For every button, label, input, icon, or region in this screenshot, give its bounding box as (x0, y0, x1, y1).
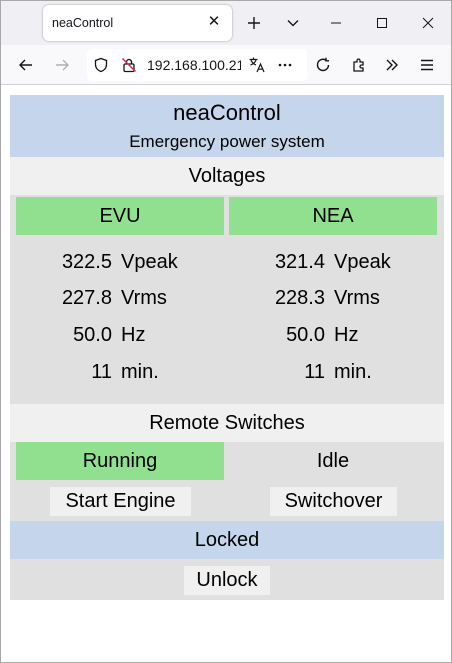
nea-vrms-unit: Vrms (334, 287, 380, 309)
page-actions-icon[interactable] (275, 55, 295, 75)
evu-duration-unit: min. (121, 361, 159, 383)
evu-frequency-value: 50.0 (73, 324, 112, 346)
url-bar[interactable]: 192.168.100.21 (87, 49, 307, 81)
tab-title: neaControl (52, 16, 114, 30)
voltages-heading: Voltages (10, 157, 444, 195)
nea-vpeak-value: 321.4 (274, 251, 325, 273)
evu-vrms-unit: Vrms (121, 287, 167, 309)
close-icon[interactable]: ✕ (204, 11, 224, 33)
minimize-icon[interactable] (321, 7, 351, 39)
window-close-icon[interactable] (413, 7, 443, 39)
nea-frequency-unit: Hz (334, 324, 359, 346)
extensions-icon[interactable] (344, 50, 374, 80)
evu-vpeak-unit: Vpeak (121, 251, 178, 273)
list-tabs-icon[interactable] (278, 7, 308, 39)
nea-vrms-value: 228.3 (274, 287, 325, 309)
evu-vpeak-value: 322.5 (61, 251, 112, 273)
menu-icon[interactable] (412, 50, 442, 80)
app-subtitle: Emergency power system (129, 132, 325, 151)
nea-frequency-value: 50.0 (286, 324, 325, 346)
title-bar: neaControl ✕ (1, 1, 451, 45)
shield-icon[interactable] (91, 55, 111, 75)
forward-icon[interactable] (47, 50, 77, 80)
lock-status: Locked (10, 521, 444, 559)
evu-column-header: EVU (16, 197, 224, 235)
translate-icon[interactable] (247, 55, 267, 75)
engine-status: Running (16, 442, 224, 480)
back-icon[interactable] (11, 50, 41, 80)
browser-tab[interactable]: neaControl ✕ (43, 5, 232, 41)
nea-column-header: NEA (229, 197, 437, 235)
evu-vrms-value: 227.8 (61, 287, 112, 309)
app-title: neaControl (173, 100, 281, 125)
remote-switches-heading: Remote Switches (10, 404, 444, 442)
switchover-status: Idle (316, 450, 350, 472)
nea-vpeak-unit: Vpeak (334, 251, 391, 273)
maximize-icon[interactable] (367, 7, 397, 39)
evu-frequency-unit: Hz (121, 324, 146, 346)
new-tab-icon[interactable] (239, 7, 269, 39)
insecure-lock-icon[interactable] (119, 55, 139, 75)
browser-window: neaControl ✕ 192.168.100.21 neaControl E… (0, 0, 452, 663)
overflow-icon[interactable] (377, 50, 407, 80)
app-header: neaControl Emergency power system (10, 95, 444, 157)
url-text[interactable]: 192.168.100.21 (147, 57, 241, 73)
evu-duration-value: 11 (91, 361, 112, 383)
navigation-bar: 192.168.100.21 (1, 45, 451, 85)
switchover-button[interactable]: Switchover (270, 487, 397, 516)
reload-icon[interactable] (308, 50, 338, 80)
start-engine-button[interactable]: Start Engine (50, 487, 191, 516)
unlock-button[interactable]: Unlock (184, 566, 270, 595)
page-content: neaControl Emergency power system Voltag… (10, 95, 444, 600)
nea-duration-value: 11 (304, 361, 325, 383)
nea-duration-unit: min. (334, 361, 372, 383)
